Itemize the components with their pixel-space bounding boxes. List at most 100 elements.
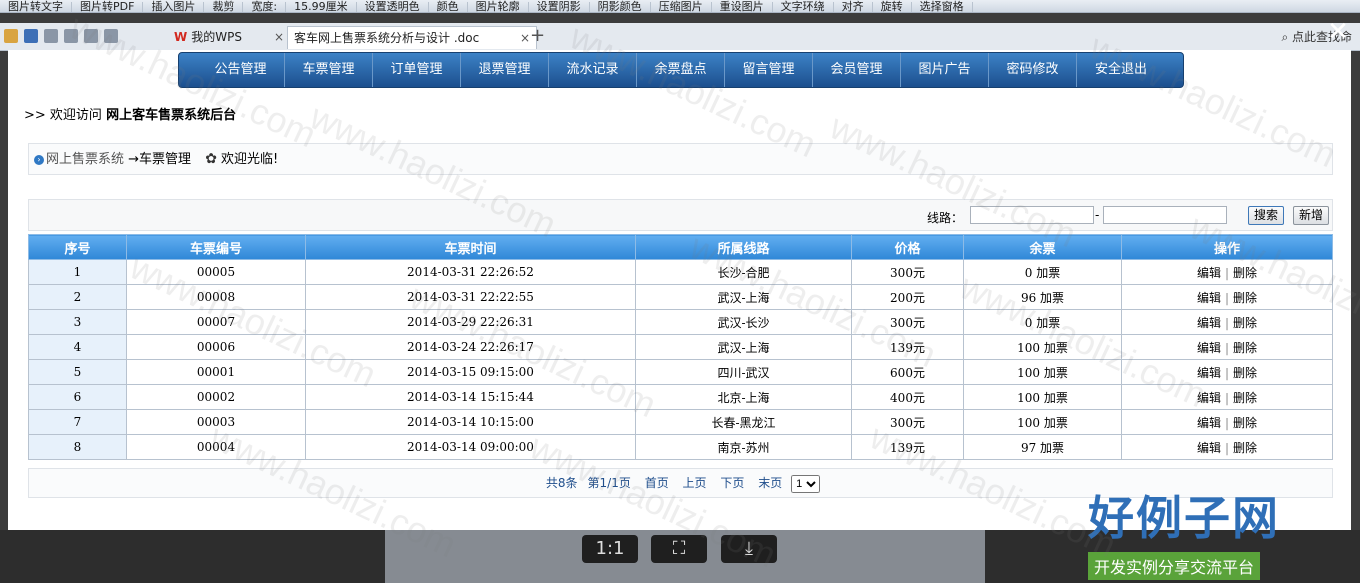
ribbon-item[interactable]: 文字环绕 [773, 1, 834, 12]
site-brand-logo: 好例子网 开发实例分享交流平台 [1088, 482, 1318, 580]
nav-item[interactable]: 图片广告 [901, 53, 989, 87]
ribbon-item[interactable]: 对齐 [834, 1, 873, 12]
edit-link[interactable]: 编辑 [1197, 266, 1221, 280]
route-dash: - [1095, 208, 1100, 222]
route-from-input[interactable] [970, 206, 1094, 224]
edit-link[interactable]: 编辑 [1197, 416, 1221, 430]
ticket-price: 400元 [851, 384, 964, 410]
edit-link[interactable]: 编辑 [1197, 441, 1221, 455]
ribbon-item[interactable]: 阴影颜色 [590, 1, 651, 12]
close-tab-icon[interactable]: × [520, 27, 530, 49]
page-indicator: 第1/1页 [587, 476, 631, 490]
nav-item[interactable]: 会员管理 [813, 53, 901, 87]
breadcrumb-system[interactable]: 网上售票系统 [46, 152, 124, 167]
print-icon[interactable] [44, 29, 58, 43]
ticket-route: 武汉-长沙 [635, 309, 852, 335]
delete-link[interactable]: 删除 [1233, 441, 1257, 455]
action-separator: | [1224, 265, 1230, 280]
ribbon-item[interactable]: 宽度: [243, 1, 287, 12]
undo-icon[interactable] [84, 29, 98, 43]
prev-page-link[interactable]: 上页 [683, 476, 707, 490]
print-preview-icon[interactable] [64, 29, 78, 43]
greeting-text: 欢迎光临! [220, 152, 279, 167]
ticket-route: 长沙-合肥 [635, 259, 852, 285]
open-folder-icon[interactable] [4, 29, 18, 43]
last-page-link[interactable]: 末页 [758, 476, 782, 490]
column-header: 所属线路 [635, 234, 852, 260]
ticket-code: 00001 [126, 359, 306, 385]
ticket-price: 300元 [851, 409, 964, 435]
actual-size-button[interactable]: 1:1 [582, 535, 638, 563]
delete-link[interactable]: 删除 [1233, 416, 1257, 430]
save-icon[interactable] [24, 29, 38, 43]
close-viewer-icon[interactable]: ✕ [1324, 18, 1352, 46]
ribbon-item[interactable]: 设置透明色 [357, 1, 429, 12]
ribbon-item[interactable]: 选择窗格 [912, 1, 973, 12]
table-header-row: 序号 车票编号 车票时间 所属线路 价格 余票 操作 [28, 234, 1333, 260]
wps-ribbon: 图片转文字 图片转PDF 插入图片 裁剪 宽度: 15.99厘米 设置透明色 颜色 图片轮廓 设置… [0, 0, 1360, 13]
ticket-code: 00004 [126, 434, 306, 460]
brand-title: 好例子网 [1088, 491, 1280, 545]
ticket-route: 北京-上海 [635, 384, 852, 410]
ribbon-item[interactable]: 颜色 [429, 1, 468, 12]
edit-link[interactable]: 编辑 [1197, 391, 1221, 405]
tab-my-wps[interactable]: W 我的WPS × [168, 26, 290, 48]
ribbon-item[interactable]: 15.99厘米 [286, 1, 357, 12]
table-row: 4 00006 2014-03-24 22:26:17 武汉-上海 139元 100 加票… [28, 334, 1333, 360]
nav-item[interactable]: 公告管理 [197, 53, 285, 87]
action-separator: | [1224, 440, 1230, 455]
close-tab-icon[interactable]: × [274, 26, 284, 48]
nav-item[interactable]: 流水记录 [549, 53, 637, 87]
delete-link[interactable]: 删除 [1233, 366, 1257, 380]
breadcrumb-current: →车票管理 [128, 152, 192, 167]
edit-link[interactable]: 编辑 [1197, 366, 1221, 380]
ribbon-item[interactable]: 旋转 [873, 1, 912, 12]
ticket-route: 四川-武汉 [635, 359, 852, 385]
nav-item[interactable]: 余票盘点 [637, 53, 725, 87]
ticket-time: 2014-03-15 09:15:00 [305, 359, 636, 385]
table-row: 6 00002 2014-03-14 15:15:44 北京-上海 400元 100 加票… [28, 384, 1333, 410]
delete-link[interactable]: 删除 [1233, 291, 1257, 305]
delete-link[interactable]: 删除 [1233, 341, 1257, 355]
edit-link[interactable]: 编辑 [1197, 341, 1221, 355]
ribbon-item[interactable]: 图片转文字 [0, 1, 72, 12]
ribbon-item[interactable]: 设置阴影 [529, 1, 590, 12]
ticket-code: 00002 [126, 384, 306, 410]
column-header: 操作 [1121, 234, 1333, 260]
ribbon-item[interactable]: 图片转PDF [72, 1, 144, 12]
ticket-table: 序号 车票编号 车票时间 所属线路 价格 余票 操作 1 00005 2014-03-31 22… [28, 234, 1333, 460]
page-select[interactable]: 1 [791, 474, 821, 493]
ribbon-item[interactable]: 图片轮廓 [468, 1, 529, 12]
ticket-route: 长春-黑龙江 [635, 409, 852, 435]
first-page-link[interactable]: 首页 [645, 476, 669, 490]
edit-link[interactable]: 编辑 [1197, 316, 1221, 330]
nav-item[interactable]: 退票管理 [461, 53, 549, 87]
delete-link[interactable]: 删除 [1233, 266, 1257, 280]
route-to-input[interactable] [1103, 206, 1227, 224]
tab-document[interactable]: 客车网上售票系统分析与设计 .doc × [287, 26, 537, 49]
next-page-link[interactable]: 下页 [720, 476, 744, 490]
ribbon-item[interactable]: 压缩图片 [651, 1, 712, 12]
column-header: 余票 [963, 234, 1122, 260]
add-ticket-button[interactable]: 新增 [1293, 206, 1330, 225]
ticket-time: 2014-03-14 09:00:00 [305, 434, 636, 460]
ribbon-item[interactable]: 插入图片 [143, 1, 205, 12]
nav-item[interactable]: 订单管理 [373, 53, 461, 87]
edit-link[interactable]: 编辑 [1197, 291, 1221, 305]
total-count: 共8条 [545, 476, 578, 490]
redo-icon[interactable] [104, 29, 118, 43]
search-button[interactable]: 搜索 [1248, 206, 1285, 225]
nav-item[interactable]: 留言管理 [725, 53, 813, 87]
fit-screen-button[interactable]: ⛶ [651, 535, 707, 563]
ribbon-item[interactable]: 裁剪 [204, 1, 244, 12]
delete-link[interactable]: 删除 [1233, 316, 1257, 330]
save-image-button[interactable]: ⤓ [721, 535, 777, 563]
nav-item[interactable]: 安全退出 [1077, 53, 1165, 87]
ribbon-item[interactable]: 重设图片 [712, 1, 773, 12]
nav-item[interactable]: 车票管理 [285, 53, 373, 87]
new-tab-button[interactable]: + [530, 25, 545, 46]
ticket-price: 300元 [851, 259, 964, 285]
row-actions: 编辑 | 删除 [1121, 384, 1333, 410]
nav-item[interactable]: 密码修改 [989, 53, 1077, 87]
delete-link[interactable]: 删除 [1233, 391, 1257, 405]
